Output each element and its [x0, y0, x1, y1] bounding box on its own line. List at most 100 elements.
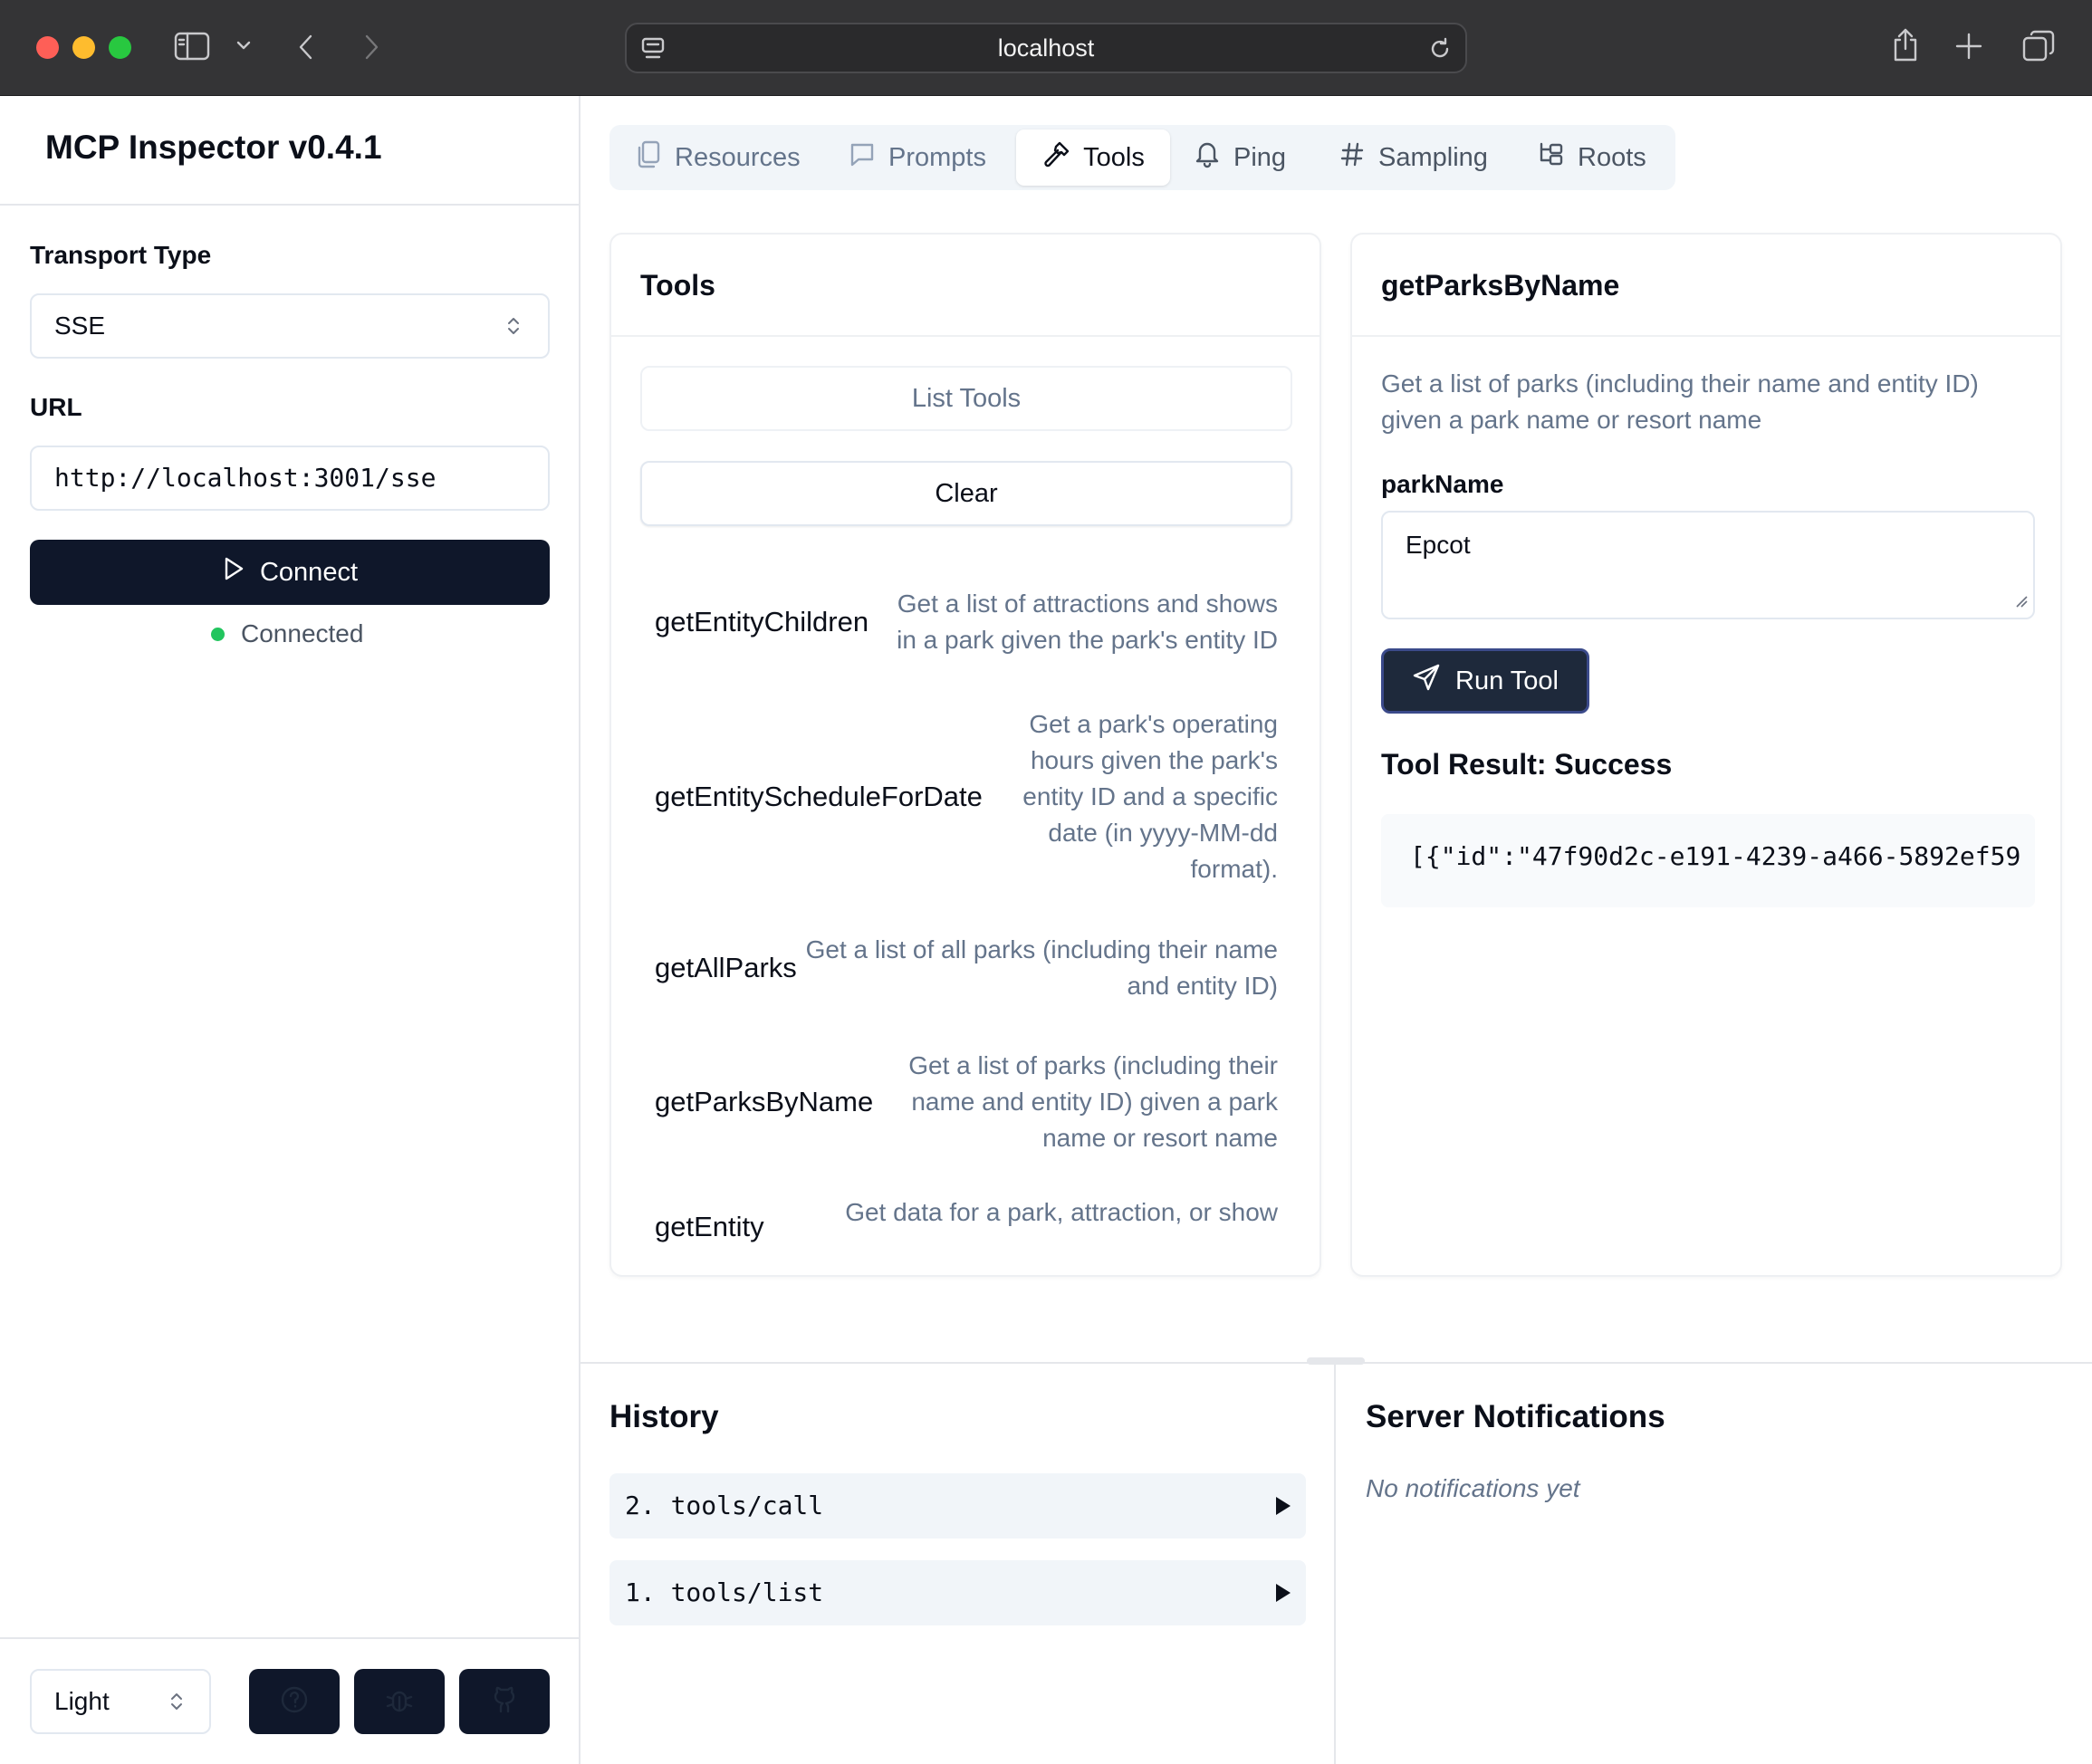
- tab-sampling[interactable]: Sampling: [1339, 129, 1488, 186]
- divider: [0, 204, 579, 206]
- tab-label: Tools: [1083, 142, 1145, 172]
- play-icon: [222, 555, 245, 590]
- forward-arrow-icon[interactable]: [360, 33, 382, 62]
- tab-roots[interactable]: Roots: [1538, 129, 1646, 186]
- folder-tree-icon: [1538, 140, 1565, 175]
- transport-type-label: Transport Type: [30, 241, 212, 269]
- divider: [0, 1637, 579, 1639]
- github-button[interactable]: [459, 1669, 550, 1734]
- tool-name: getEntityScheduleForDate: [655, 780, 983, 812]
- tab-label: Ping: [1233, 142, 1287, 172]
- expand-arrow-icon[interactable]: [1276, 1584, 1291, 1602]
- divider: [611, 335, 1319, 337]
- param-label: parkName: [1381, 470, 1504, 498]
- tab-overview-icon[interactable]: [2021, 29, 2056, 63]
- tab-label: Sampling: [1378, 142, 1488, 172]
- tool-description: Get a list of all parks (including their…: [805, 935, 1278, 1000]
- tools-card-title: Tools: [640, 269, 715, 302]
- chevrons-up-down-icon: [169, 1691, 184, 1717]
- tab-label: Prompts: [888, 142, 986, 172]
- resize-handle-icon[interactable]: [2015, 595, 2028, 612]
- reload-icon[interactable]: [1427, 36, 1453, 62]
- url-value: http://localhost:3001/sse: [54, 463, 437, 493]
- hash-icon: [1339, 140, 1366, 175]
- tools-list: getEntityChildren Get a list of attracti…: [640, 565, 1292, 1255]
- browser-toolbar: localhost: [0, 0, 2092, 96]
- list-item[interactable]: getEntity Get data for a park, attractio…: [640, 1194, 1292, 1255]
- tool-description: Get a park's operating hours given the p…: [1022, 709, 1278, 883]
- url-label: URL: [30, 393, 82, 421]
- tab-prompts[interactable]: Prompts: [849, 129, 986, 186]
- bug-icon: [384, 1684, 415, 1720]
- help-button[interactable]: [249, 1669, 340, 1734]
- tab-label: Roots: [1578, 142, 1646, 172]
- list-item[interactable]: getParksByName Get a list of parks (incl…: [640, 1045, 1292, 1158]
- divider: [1352, 335, 2060, 337]
- hammer-icon: [1041, 139, 1070, 176]
- list-item[interactable]: getEntityScheduleForDate Get a park's op…: [640, 704, 1292, 889]
- zoom-window-button[interactable]: [109, 36, 131, 59]
- sidebar: MCP Inspector v0.4.1 Transport Type SSE …: [0, 96, 581, 1764]
- app-title: MCP Inspector v0.4.1: [45, 129, 382, 166]
- park-name-input[interactable]: Epcot: [1381, 511, 2035, 619]
- theme-select[interactable]: Light: [30, 1669, 211, 1734]
- sidebar-toggle-icon[interactable]: [174, 31, 210, 62]
- tool-description: Get data for a park, attraction, or show: [845, 1198, 1278, 1226]
- chevrons-up-down-icon: [506, 315, 521, 341]
- panel-resize-handle[interactable]: [1307, 1357, 1365, 1365]
- park-name-value: Epcot: [1406, 531, 1471, 559]
- tool-description: Get a list of parks (including their nam…: [908, 1050, 1278, 1152]
- tool-name: getEntityChildren: [655, 605, 869, 638]
- history-title: History: [609, 1399, 719, 1434]
- tab-ping[interactable]: Ping: [1194, 129, 1286, 186]
- empty-notifications-text: No notifications yet: [1366, 1474, 1580, 1502]
- message-square-icon: [849, 140, 876, 175]
- list-item[interactable]: getAllParks Get a list of all parks (inc…: [640, 929, 1292, 1006]
- tool-name: getAllParks: [655, 951, 797, 983]
- connect-label: Connect: [259, 557, 358, 587]
- history-item[interactable]: 2. tools/call: [609, 1473, 1306, 1539]
- expand-arrow-icon[interactable]: [1276, 1497, 1291, 1515]
- debug-button[interactable]: [354, 1669, 445, 1734]
- server-notifications-title: Server Notifications: [1366, 1399, 1665, 1434]
- tools-card: Tools List Tools Clear getEntityChildren…: [609, 233, 1321, 1277]
- list-item[interactable]: getEntityChildren Get a list of attracti…: [640, 565, 1292, 678]
- tab-tools[interactable]: Tools: [1016, 129, 1170, 186]
- tool-detail-card: getParksByName Get a list of parks (incl…: [1350, 233, 2062, 1277]
- transport-type-select[interactable]: SSE: [30, 293, 550, 359]
- tool-name: getEntity: [655, 1211, 764, 1242]
- status-dot-icon: [211, 627, 225, 641]
- chevron-down-icon[interactable]: [235, 40, 252, 51]
- tool-result-output: [{"id":"47f90d2c-e191-4239-a466-5892ef59: [1381, 814, 2035, 907]
- tool-result-text: [{"id":"47f90d2c-e191-4239-a466-5892ef59: [1410, 841, 2021, 871]
- divider: [1334, 1364, 1336, 1764]
- close-window-button[interactable]: [36, 36, 59, 59]
- run-tool-button[interactable]: Run Tool: [1381, 648, 1589, 714]
- status-text: Connected: [241, 619, 364, 647]
- github-icon: [489, 1684, 520, 1720]
- history-item-label: 2. tools/call: [625, 1491, 824, 1520]
- url-input[interactable]: http://localhost:3001/sse: [30, 446, 550, 511]
- back-arrow-icon[interactable]: [295, 33, 317, 62]
- transport-type-value: SSE: [54, 312, 106, 340]
- theme-value: Light: [54, 1687, 110, 1715]
- tool-description: Get a list of attractions and shows in a…: [897, 589, 1278, 654]
- history-item[interactable]: 1. tools/list: [609, 1560, 1306, 1625]
- connect-button[interactable]: Connect: [30, 540, 550, 605]
- clear-button[interactable]: Clear: [640, 461, 1292, 526]
- address-bar[interactable]: localhost: [625, 23, 1467, 73]
- tab-bar: Resources Prompts Tools Ping Sampling Ro…: [609, 125, 1675, 190]
- tab-label: Resources: [675, 142, 801, 172]
- minimize-window-button[interactable]: [72, 36, 95, 59]
- tool-result-title: Tool Result: Success: [1381, 748, 1673, 781]
- share-icon[interactable]: [1890, 27, 1921, 63]
- tool-detail-title: getParksByName: [1381, 269, 1620, 302]
- run-tool-label: Run Tool: [1455, 666, 1559, 695]
- tool-name: getParksByName: [655, 1085, 874, 1117]
- tab-resources[interactable]: Resources: [635, 129, 801, 186]
- new-tab-icon[interactable]: [1954, 32, 1983, 61]
- list-tools-button[interactable]: List Tools: [640, 366, 1292, 431]
- connection-status: Connected: [211, 619, 363, 648]
- address-text: localhost: [997, 34, 1095, 62]
- files-icon: [635, 139, 662, 176]
